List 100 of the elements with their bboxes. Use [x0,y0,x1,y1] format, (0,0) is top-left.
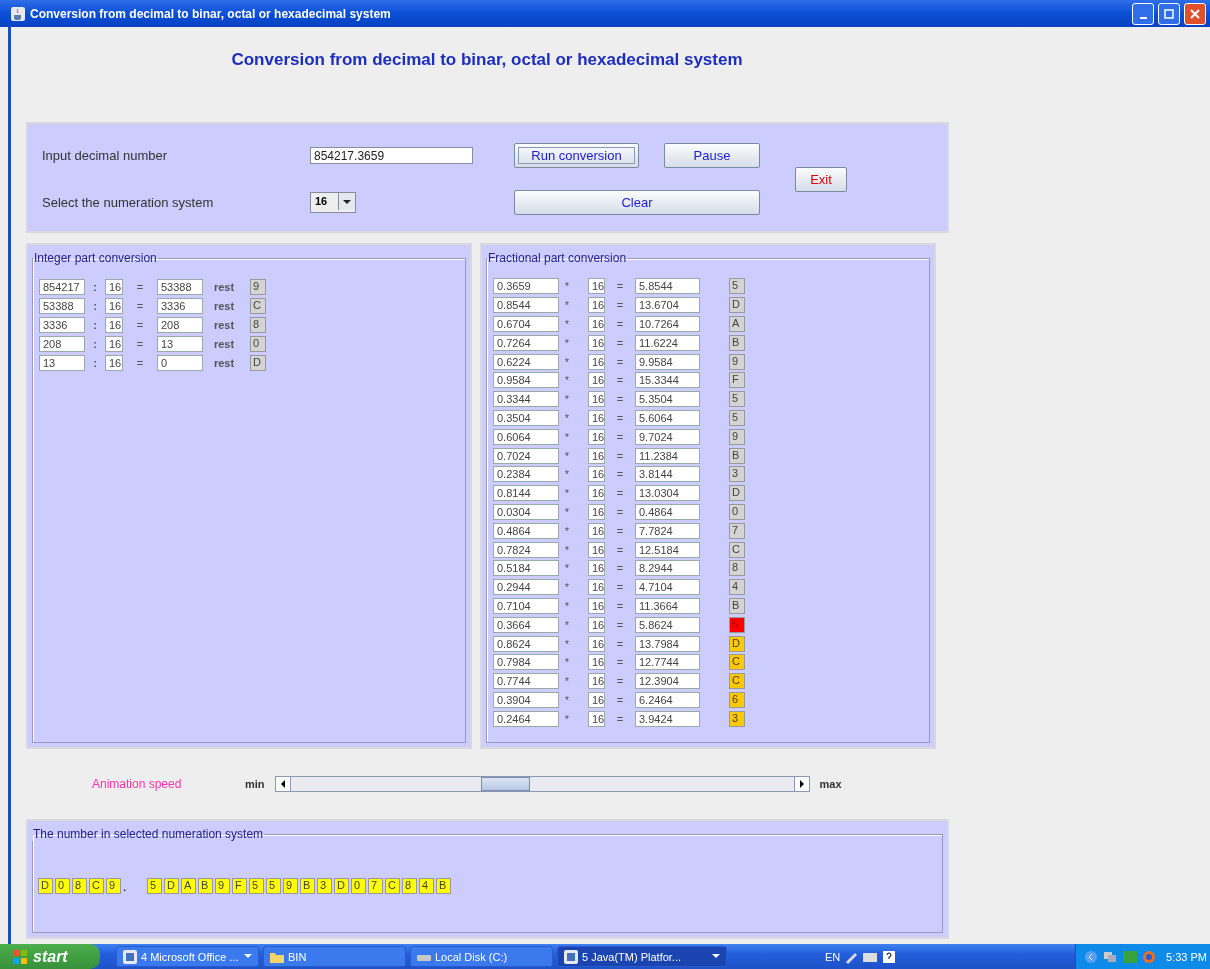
equals-sign: = [615,393,625,406]
rest-label: rest [212,318,236,331]
pause-button[interactable]: Pause [664,143,760,168]
language-indicator[interactable]: EN [825,950,841,963]
fraction-field: 0.7984 [493,654,559,671]
right-arrow-icon [798,780,805,788]
panel-title: Integer part conversion [33,251,158,265]
caret-icon [712,954,720,959]
operator: : [92,318,98,331]
windows-logo [12,948,28,965]
close-icon [1190,8,1200,19]
multiplier-field: 16 [588,428,605,445]
operator: * [563,712,571,725]
page-heading: Conversion from decimal to binar, octal or hexadecimal system [230,49,744,71]
result-digit: 8 [72,878,87,894]
left-arrow-icon [279,780,286,788]
field-label: Input decimal number [42,148,168,163]
product-field: 3.9424 [635,710,700,727]
system-dropdown[interactable]: 16 [310,192,356,213]
result-digit: 0 [55,878,70,894]
product-field: 5.8624 [635,616,700,633]
result-digit: 5 [266,878,281,894]
fraction-field: 0.7024 [493,447,559,464]
result-digit: 5 [729,391,745,408]
equals-sign: = [615,581,625,594]
result-digit: C [729,541,745,558]
help-icon[interactable] [882,949,897,964]
taskbar-item[interactable]: 4 Microsoft Office ... [116,946,259,967]
multiplier-field: 16 [588,635,605,652]
result-digit: C [729,673,745,690]
product-field: 5.8544 [635,278,700,295]
fraction-field: 0.3504 [493,409,559,426]
minimize-icon [1139,16,1147,19]
rest-label: rest [212,337,236,350]
result-digit: 8 [402,878,417,894]
equals-sign: = [615,675,625,688]
equals-sign: = [615,637,625,650]
speed-label: Animation speed [92,777,183,791]
fraction-field: 0.2944 [493,579,559,596]
taskbar-item[interactable]: 5 Java(TM) Platfor... [557,946,727,967]
equals-sign: = [615,505,625,518]
multiplier-field: 16 [588,353,605,370]
result-digit: F [729,372,745,389]
operator: * [563,299,571,312]
slider-thumb[interactable] [481,777,531,791]
scroll-left-button[interactable] [275,777,291,791]
result-digit: B [198,878,213,894]
exit-button[interactable]: Exit [795,166,847,192]
operator: * [563,430,571,443]
equals-sign: = [615,336,625,349]
number-input[interactable]: 854217.3659 [310,147,473,164]
result-digit: D [334,878,349,894]
equals-sign: = [615,355,625,368]
multiplier-field: 16 [588,278,605,295]
fraction-field: 0.4864 [493,522,559,539]
taskbar-item[interactable]: BIN [263,946,406,967]
fraction-field: 0.9584 [493,372,559,389]
divisor-field: 16 [105,316,123,333]
dividend-field: 13 [39,354,85,371]
close-button[interactable] [1184,2,1206,25]
multiplier-field: 16 [588,597,605,614]
fraction-field: 0.2464 [493,710,559,727]
chevron-icon[interactable] [1084,949,1098,964]
equals-sign: = [615,618,625,631]
multiplier-field: 16 [588,654,605,671]
clear-button[interactable]: Clear [514,190,760,215]
window-title: Conversion from decimal to binar, octal or hexadecimal system [30,6,392,21]
speed-slider[interactable] [274,776,810,792]
rest-label: rest [212,356,236,369]
equals-sign: = [615,299,625,312]
result-digit: F [232,878,247,894]
multiplier-field: 16 [588,503,605,520]
product-field: 0.4864 [635,503,700,520]
multiplier-field: 16 [588,673,605,690]
maximize-button[interactable] [1158,2,1180,25]
dividend-field: 53388 [39,297,85,314]
maximize-icon [1164,8,1174,19]
operator: * [563,468,571,481]
product-field: 9.9584 [635,353,700,370]
fraction-field: 0.6704 [493,316,559,332]
product-field: 12.3904 [635,673,700,690]
product-field: 4.7104 [635,579,700,596]
equals-sign: = [615,374,625,387]
operator: * [563,374,571,387]
equals-sign: = [615,318,625,330]
product-field: 5.6064 [635,409,700,426]
equals-sign: = [615,280,625,293]
operator: * [563,318,571,330]
operator: : [92,337,98,350]
taskbar-item[interactable]: Local Disk (C:) [410,946,553,967]
divisor-field: 16 [105,354,123,371]
operator: * [563,524,571,537]
multiplier-field: 16 [588,372,605,389]
run-button[interactable]: Run conversion [514,143,639,168]
scroll-right-button[interactable] [793,777,809,791]
fraction-field: 0.5184 [493,560,559,577]
result-digit: 3 [729,466,745,483]
fraction-field: 0.3904 [493,691,559,708]
equals-sign: = [615,430,625,443]
minimize-button[interactable] [1132,2,1154,25]
